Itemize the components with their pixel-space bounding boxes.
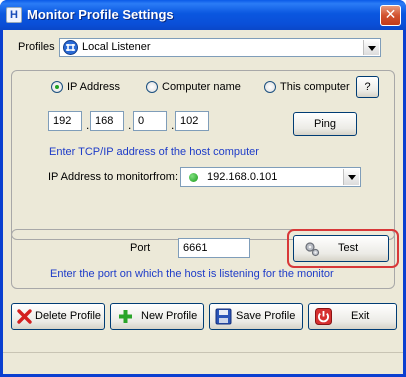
app-icon: H (6, 7, 22, 23)
save-profile-button[interactable]: Save Profile (209, 303, 303, 330)
ip-octet-4[interactable]: 102 (175, 111, 209, 131)
port-label: Port (130, 242, 151, 254)
profiles-dropdown[interactable]: Local Listener (59, 38, 381, 57)
delete-profile-button[interactable]: Delete Profile (11, 303, 105, 330)
chevron-down-icon[interactable] (363, 40, 379, 55)
delete-profile-label: Delete Profile (35, 310, 102, 322)
save-profile-label: Save Profile (236, 310, 296, 322)
test-button-label: Test (338, 242, 359, 254)
window-title: Monitor Profile Settings (27, 7, 174, 22)
ip-octet-3[interactable]: 0 (133, 111, 167, 131)
status-bar (3, 352, 403, 374)
profiles-selected-value: Local Listener (82, 41, 151, 53)
ip-separator: . (128, 118, 132, 132)
help-button[interactable]: ? (356, 76, 379, 98)
profiles-label: Profiles (18, 41, 55, 53)
address-hint: Enter TCP/IP address of the host compute… (49, 146, 259, 158)
monitor-from-dropdown[interactable]: 192.168.0.101 (180, 167, 361, 187)
window: H Monitor Profile Settings ✕ Profiles Lo… (0, 0, 406, 377)
radio-computer-name[interactable] (146, 81, 158, 93)
plus-icon (117, 308, 134, 325)
monitor-from-label: IP Address to monitorfrom: (48, 171, 179, 183)
radio-this-computer-label[interactable]: This computer (280, 81, 350, 93)
port-input[interactable]: 6661 (178, 238, 250, 258)
ip-octet-2[interactable]: 168 (90, 111, 124, 131)
new-profile-label: New Profile (141, 310, 198, 322)
exit-button[interactable]: Exit (308, 303, 397, 330)
title-bar[interactable]: H Monitor Profile Settings ✕ (0, 0, 406, 30)
port-hint: Enter the port on which the host is list… (50, 268, 334, 280)
new-profile-button[interactable]: New Profile (110, 303, 204, 330)
ping-button[interactable]: Ping (293, 112, 357, 136)
ip-separator: . (171, 118, 175, 132)
close-button[interactable]: ✕ (380, 5, 401, 26)
ip-octet-1[interactable]: 192 (48, 111, 82, 131)
floppy-disk-icon (215, 308, 232, 325)
monitor-from-value: 192.168.0.101 (207, 171, 278, 183)
chevron-down-icon[interactable] (343, 169, 359, 185)
radio-ip-address-label[interactable]: IP Address (67, 81, 120, 93)
status-dot-icon (189, 173, 198, 182)
radio-this-computer[interactable] (264, 81, 276, 93)
profile-globe-icon (63, 40, 78, 55)
ip-separator: . (86, 118, 90, 132)
exit-label: Exit (351, 310, 370, 322)
dialog-body: Profiles Local Listener IP Address Compu… (3, 30, 403, 374)
gears-icon (304, 241, 320, 257)
red-x-icon (16, 308, 33, 325)
power-icon (315, 308, 332, 325)
test-button[interactable]: Test (293, 235, 389, 262)
radio-ip-address[interactable] (51, 81, 63, 93)
radio-computer-name-label[interactable]: Computer name (162, 81, 241, 93)
